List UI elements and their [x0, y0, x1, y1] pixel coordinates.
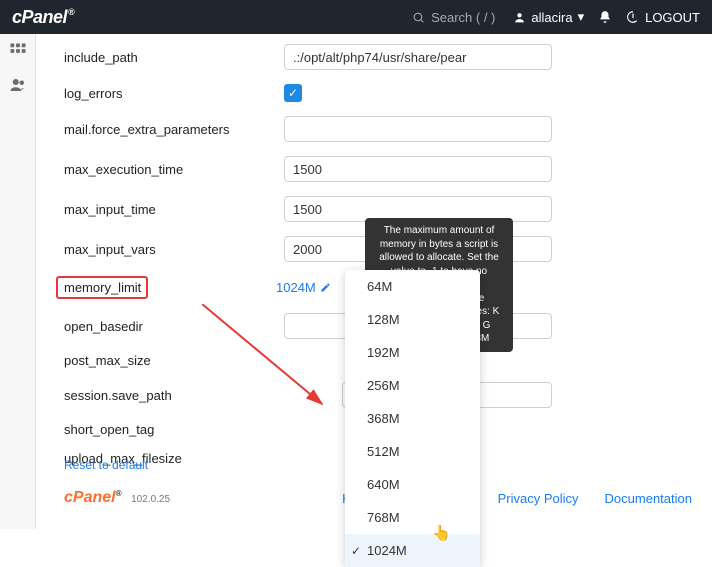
username: allacira	[531, 10, 572, 25]
memory-limit-label: memory_limit	[56, 276, 148, 299]
memory-limit-select[interactable]: 1024M	[276, 280, 331, 295]
memory-limit-dropdown: 64M 128M 192M 256M 368M 512M 640M 768M 1…	[345, 270, 480, 567]
annotation-arrow	[202, 304, 342, 424]
dropdown-option[interactable]: 640M	[345, 468, 480, 501]
footer-link-privacy[interactable]: Privacy Policy	[498, 491, 579, 506]
dropdown-option[interactable]: 768M	[345, 501, 480, 534]
cursor-pointer-icon: 👆	[432, 524, 451, 542]
top-header: cPanel Search ( / ) allacira ▾ LOGOUT	[0, 0, 712, 34]
grid-icon[interactable]	[9, 42, 27, 60]
user-menu[interactable]: allacira ▾	[513, 9, 584, 25]
chevron-down-icon: ▾	[578, 9, 585, 25]
pencil-icon	[320, 282, 331, 293]
dropdown-option[interactable]: 128M	[345, 303, 480, 336]
settings-panel: include_path log_errors✓ mail.force_extr…	[36, 34, 712, 529]
option-label: max_input_time	[64, 202, 284, 217]
footer-link-docs[interactable]: Documentation	[605, 491, 692, 506]
bell-icon[interactable]	[598, 10, 612, 24]
footer-brand: cPanel 102.0.25	[64, 489, 170, 507]
user-icon	[513, 11, 526, 24]
search-placeholder: Search ( / )	[431, 10, 495, 25]
logout-label: LOGOUT	[645, 10, 700, 25]
dropdown-option-selected[interactable]: 1024M	[345, 534, 480, 567]
include-path-input[interactable]	[284, 44, 552, 70]
dropdown-option[interactable]: 512M	[345, 435, 480, 468]
left-sidebar	[0, 34, 36, 529]
option-label: log_errors	[64, 86, 284, 101]
dropdown-option[interactable]: 192M	[345, 336, 480, 369]
max-exec-time-input[interactable]	[284, 156, 552, 182]
dropdown-option[interactable]: 64M	[345, 270, 480, 303]
option-label: max_input_vars	[64, 242, 284, 257]
dropdown-option[interactable]: 368M	[345, 402, 480, 435]
dropdown-option[interactable]: 256M	[345, 369, 480, 402]
logout-button[interactable]: LOGOUT	[626, 10, 700, 25]
logout-icon	[626, 10, 640, 24]
version-label: 102.0.25	[131, 494, 170, 505]
mail-params-input[interactable]	[284, 116, 552, 142]
search-icon	[412, 11, 425, 24]
users-icon[interactable]	[9, 76, 27, 94]
brand-logo: cPanel	[12, 7, 74, 28]
log-errors-checkbox[interactable]: ✓	[284, 84, 302, 102]
option-label: mail.force_extra_parameters	[64, 122, 284, 137]
option-label: max_execution_time	[64, 162, 284, 177]
option-label: short_open_tag	[64, 422, 284, 437]
search-box[interactable]: Search ( / )	[412, 10, 495, 25]
option-label: include_path	[64, 50, 284, 65]
